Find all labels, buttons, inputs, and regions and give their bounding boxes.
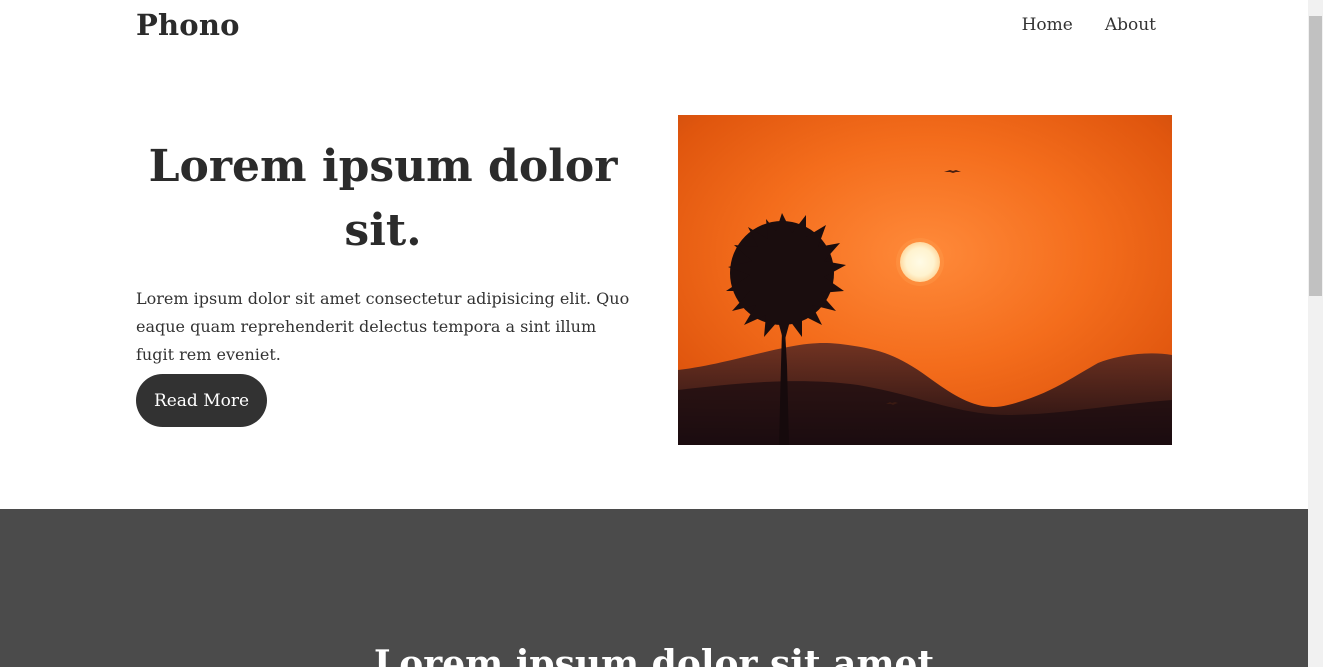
hero-image: [678, 115, 1172, 445]
nav-link-home[interactable]: Home: [1022, 15, 1073, 35]
dark-section: Lorem ipsum dolor sit amet: [0, 509, 1308, 667]
site-header: Phono Home About: [0, 0, 1308, 56]
sunset-palm-image: [678, 115, 1172, 445]
hero-description: Lorem ipsum dolor sit amet consectetur a…: [136, 289, 630, 364]
read-more-button[interactable]: Read More: [136, 374, 267, 427]
vertical-scrollbar[interactable]: [1308, 0, 1323, 667]
scrollbar-thumb[interactable]: [1309, 16, 1322, 296]
nav-link-about[interactable]: About: [1105, 15, 1156, 35]
main-nav: Home About: [1022, 15, 1156, 35]
page: Phono Home About Lorem ipsum dolor sit. …: [0, 0, 1308, 667]
site-logo[interactable]: Phono: [136, 8, 240, 42]
hero-title: Lorem ipsum dolor sit.: [148, 141, 618, 256]
section-title: Lorem ipsum dolor sit amet: [373, 643, 935, 667]
hero-text: Lorem ipsum dolor sit. Lorem ipsum dolor…: [136, 135, 630, 369]
